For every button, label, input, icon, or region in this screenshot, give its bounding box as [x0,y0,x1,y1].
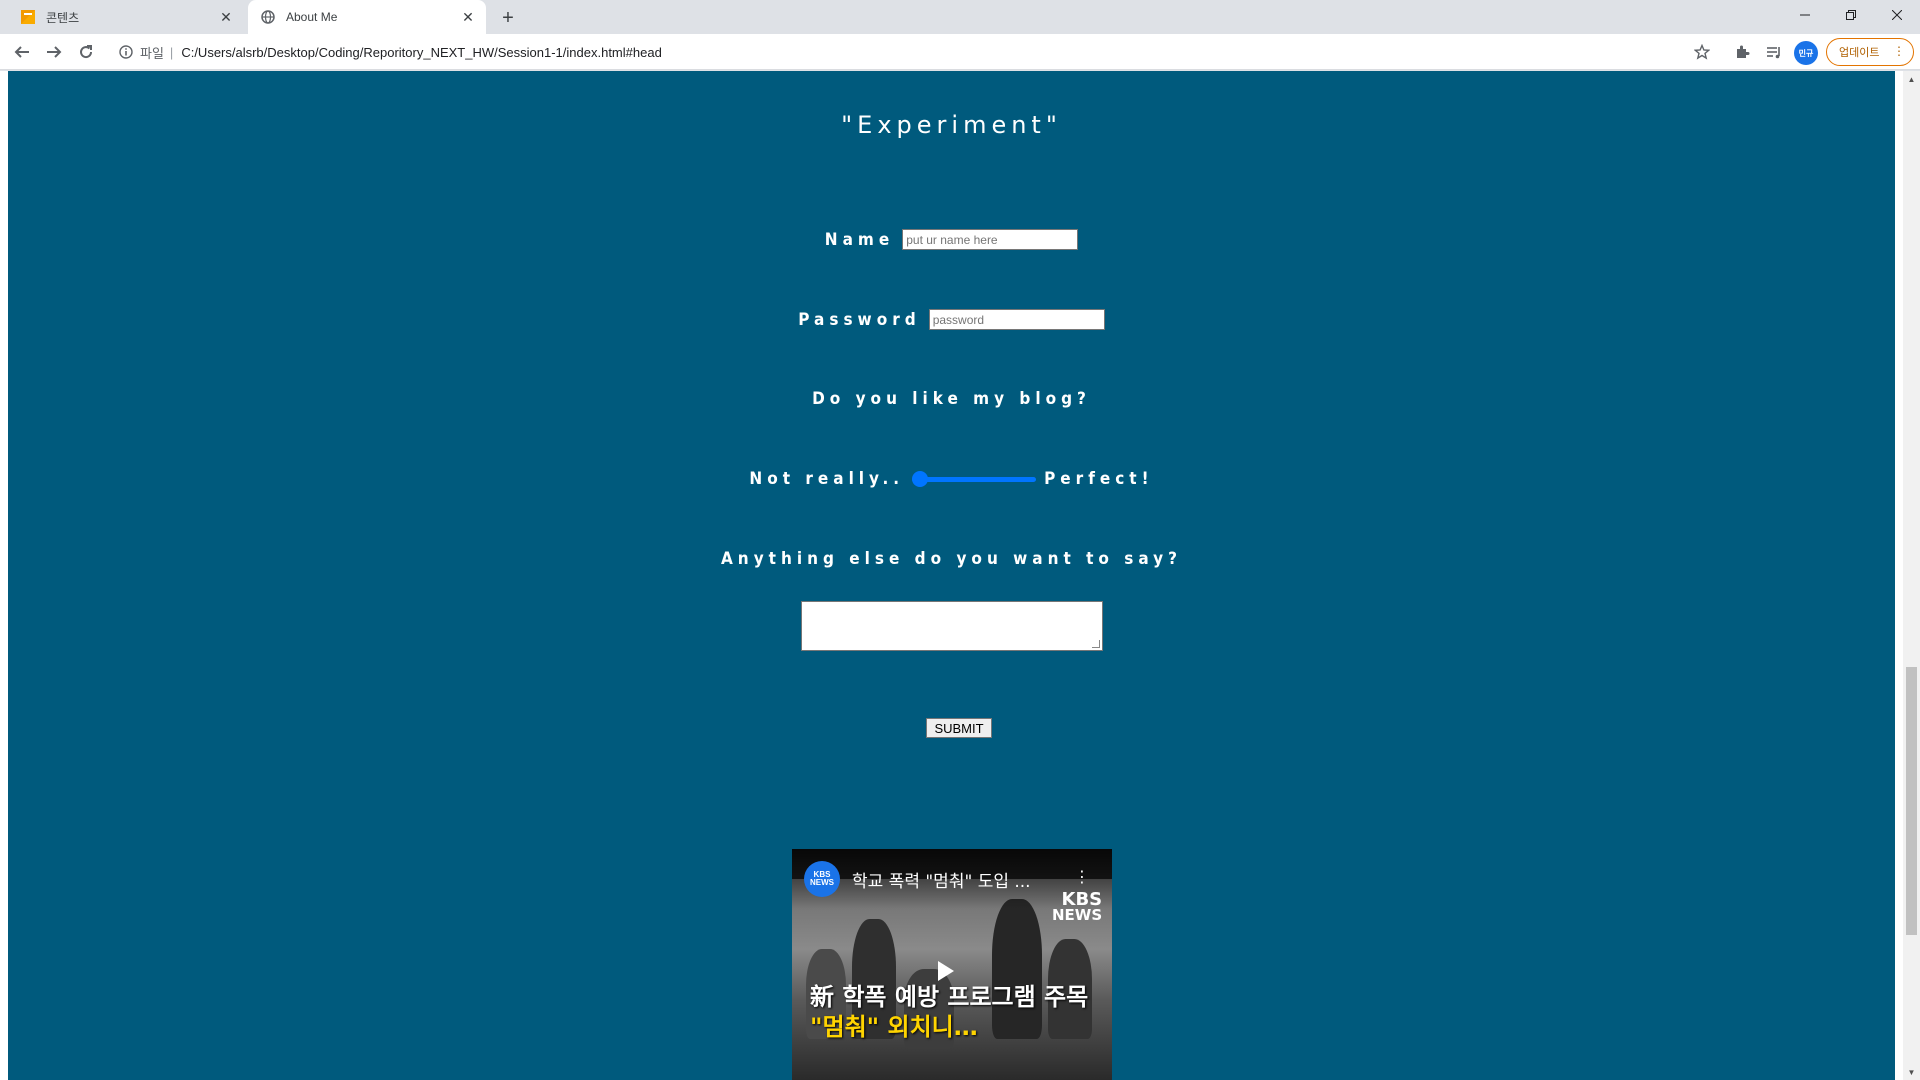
back-arrow-icon[interactable] [8,38,36,66]
info-icon[interactable] [118,44,134,60]
channel-name: KBS NEWS [810,870,834,887]
page-viewport: "Experiment" Name put ur name here Passw… [0,71,1903,1080]
close-tab-icon[interactable]: ✕ [458,7,478,27]
close-window-icon[interactable] [1874,0,1920,30]
textarea-question-row: Anything else do you want to say? [8,549,1895,569]
name-label: Name [824,229,895,250]
slider-thumb[interactable] [912,471,929,487]
logo-line-2: NEWS [1052,906,1103,925]
password-label: Password [798,309,921,330]
browser-toolbar: 파일 | C:/Users/alsrb/Desktop/Coding/Repor… [0,34,1920,70]
blog-question: Do you like my blog? [812,389,1091,409]
name-placeholder: put ur name here [906,232,998,247]
submit-button[interactable]: SUBMIT [926,718,992,738]
video-title[interactable]: 학교 폭력 "멈춰" 도입 ... [852,867,1072,892]
forward-arrow-icon[interactable] [40,38,68,66]
restore-icon[interactable] [1828,0,1874,30]
password-row: Password password [8,309,1895,330]
address-bar[interactable]: 파일 | C:/Users/alsrb/Desktop/Coding/Repor… [110,37,1700,67]
url-text[interactable]: C:/Users/alsrb/Desktop/Coding/Reporitory… [181,45,1700,60]
extensions-icon[interactable] [1730,40,1754,64]
page-body: "Experiment" Name put ur name here Passw… [8,71,1895,1080]
scheme-label: 파일 [140,45,164,61]
tab-title: 콘텐츠 [46,10,80,25]
play-icon[interactable] [938,961,954,981]
scrollbar-thumb[interactable] [1906,667,1917,935]
password-placeholder: password [932,312,985,327]
globe-icon [260,9,276,25]
close-tab-icon[interactable]: ✕ [216,7,236,27]
update-button[interactable]: 업데이트 ⋮ [1826,38,1914,66]
scroll-down-icon[interactable]: ▼ [1903,1064,1920,1080]
tab-strip: 콘텐츠 ✕ About Me ✕ + [0,0,1920,34]
profile-avatar[interactable]: 민규 [1794,41,1818,65]
tab-about-me[interactable]: About Me ✕ [248,0,486,34]
star-icon[interactable] [1690,40,1714,64]
new-tab-button[interactable]: + [496,6,520,30]
folder-icon [20,9,36,25]
slider-row: Not really.. Perfect! [8,469,1895,489]
page-heading: "Experiment" [841,111,1062,139]
comment-textarea[interactable] [801,601,1103,651]
more-menu-icon: ⋮ [1893,44,1905,58]
page-scrollbar[interactable]: ▲ ▼ [1903,71,1920,1080]
slider-max-label: Perfect! [1044,469,1154,489]
rating-slider[interactable] [912,471,1037,487]
scroll-up-icon[interactable]: ▲ [1903,71,1920,87]
tab-contents[interactable]: 콘텐츠 ✕ [8,0,244,34]
slider-min-label: Not really.. [749,469,905,489]
channel-avatar[interactable]: KBS NEWS [804,861,840,897]
thumbnail-figure [992,899,1042,1039]
tab-title: About Me [286,10,338,24]
media-control-icon[interactable] [1762,40,1786,64]
slider-track [912,477,1037,482]
question-row: Do you like my blog? [8,389,1895,409]
kbs-news-logo: KBS NEWS [1052,890,1103,925]
minimize-icon[interactable] [1782,0,1828,30]
textarea-question: Anything else do you want to say? [720,549,1183,569]
name-input[interactable]: put ur name here [902,229,1079,250]
omnibox-separator: | [169,44,174,60]
resize-grip-icon[interactable] [1092,640,1100,648]
password-input[interactable]: password [928,309,1105,330]
name-row: Name put ur name here [8,229,1895,250]
video-caption-line-2: "멈춰" 외치니… [810,1013,978,1041]
youtube-embed[interactable]: KBS NEWS 학교 폭력 "멈춰" 도입 ... ⋮ KBS NEWS 新 … [792,849,1112,1080]
reload-icon[interactable] [72,38,100,66]
video-menu-icon[interactable]: ⋮ [1074,867,1090,887]
update-label: 업데이트 [1839,47,1880,59]
